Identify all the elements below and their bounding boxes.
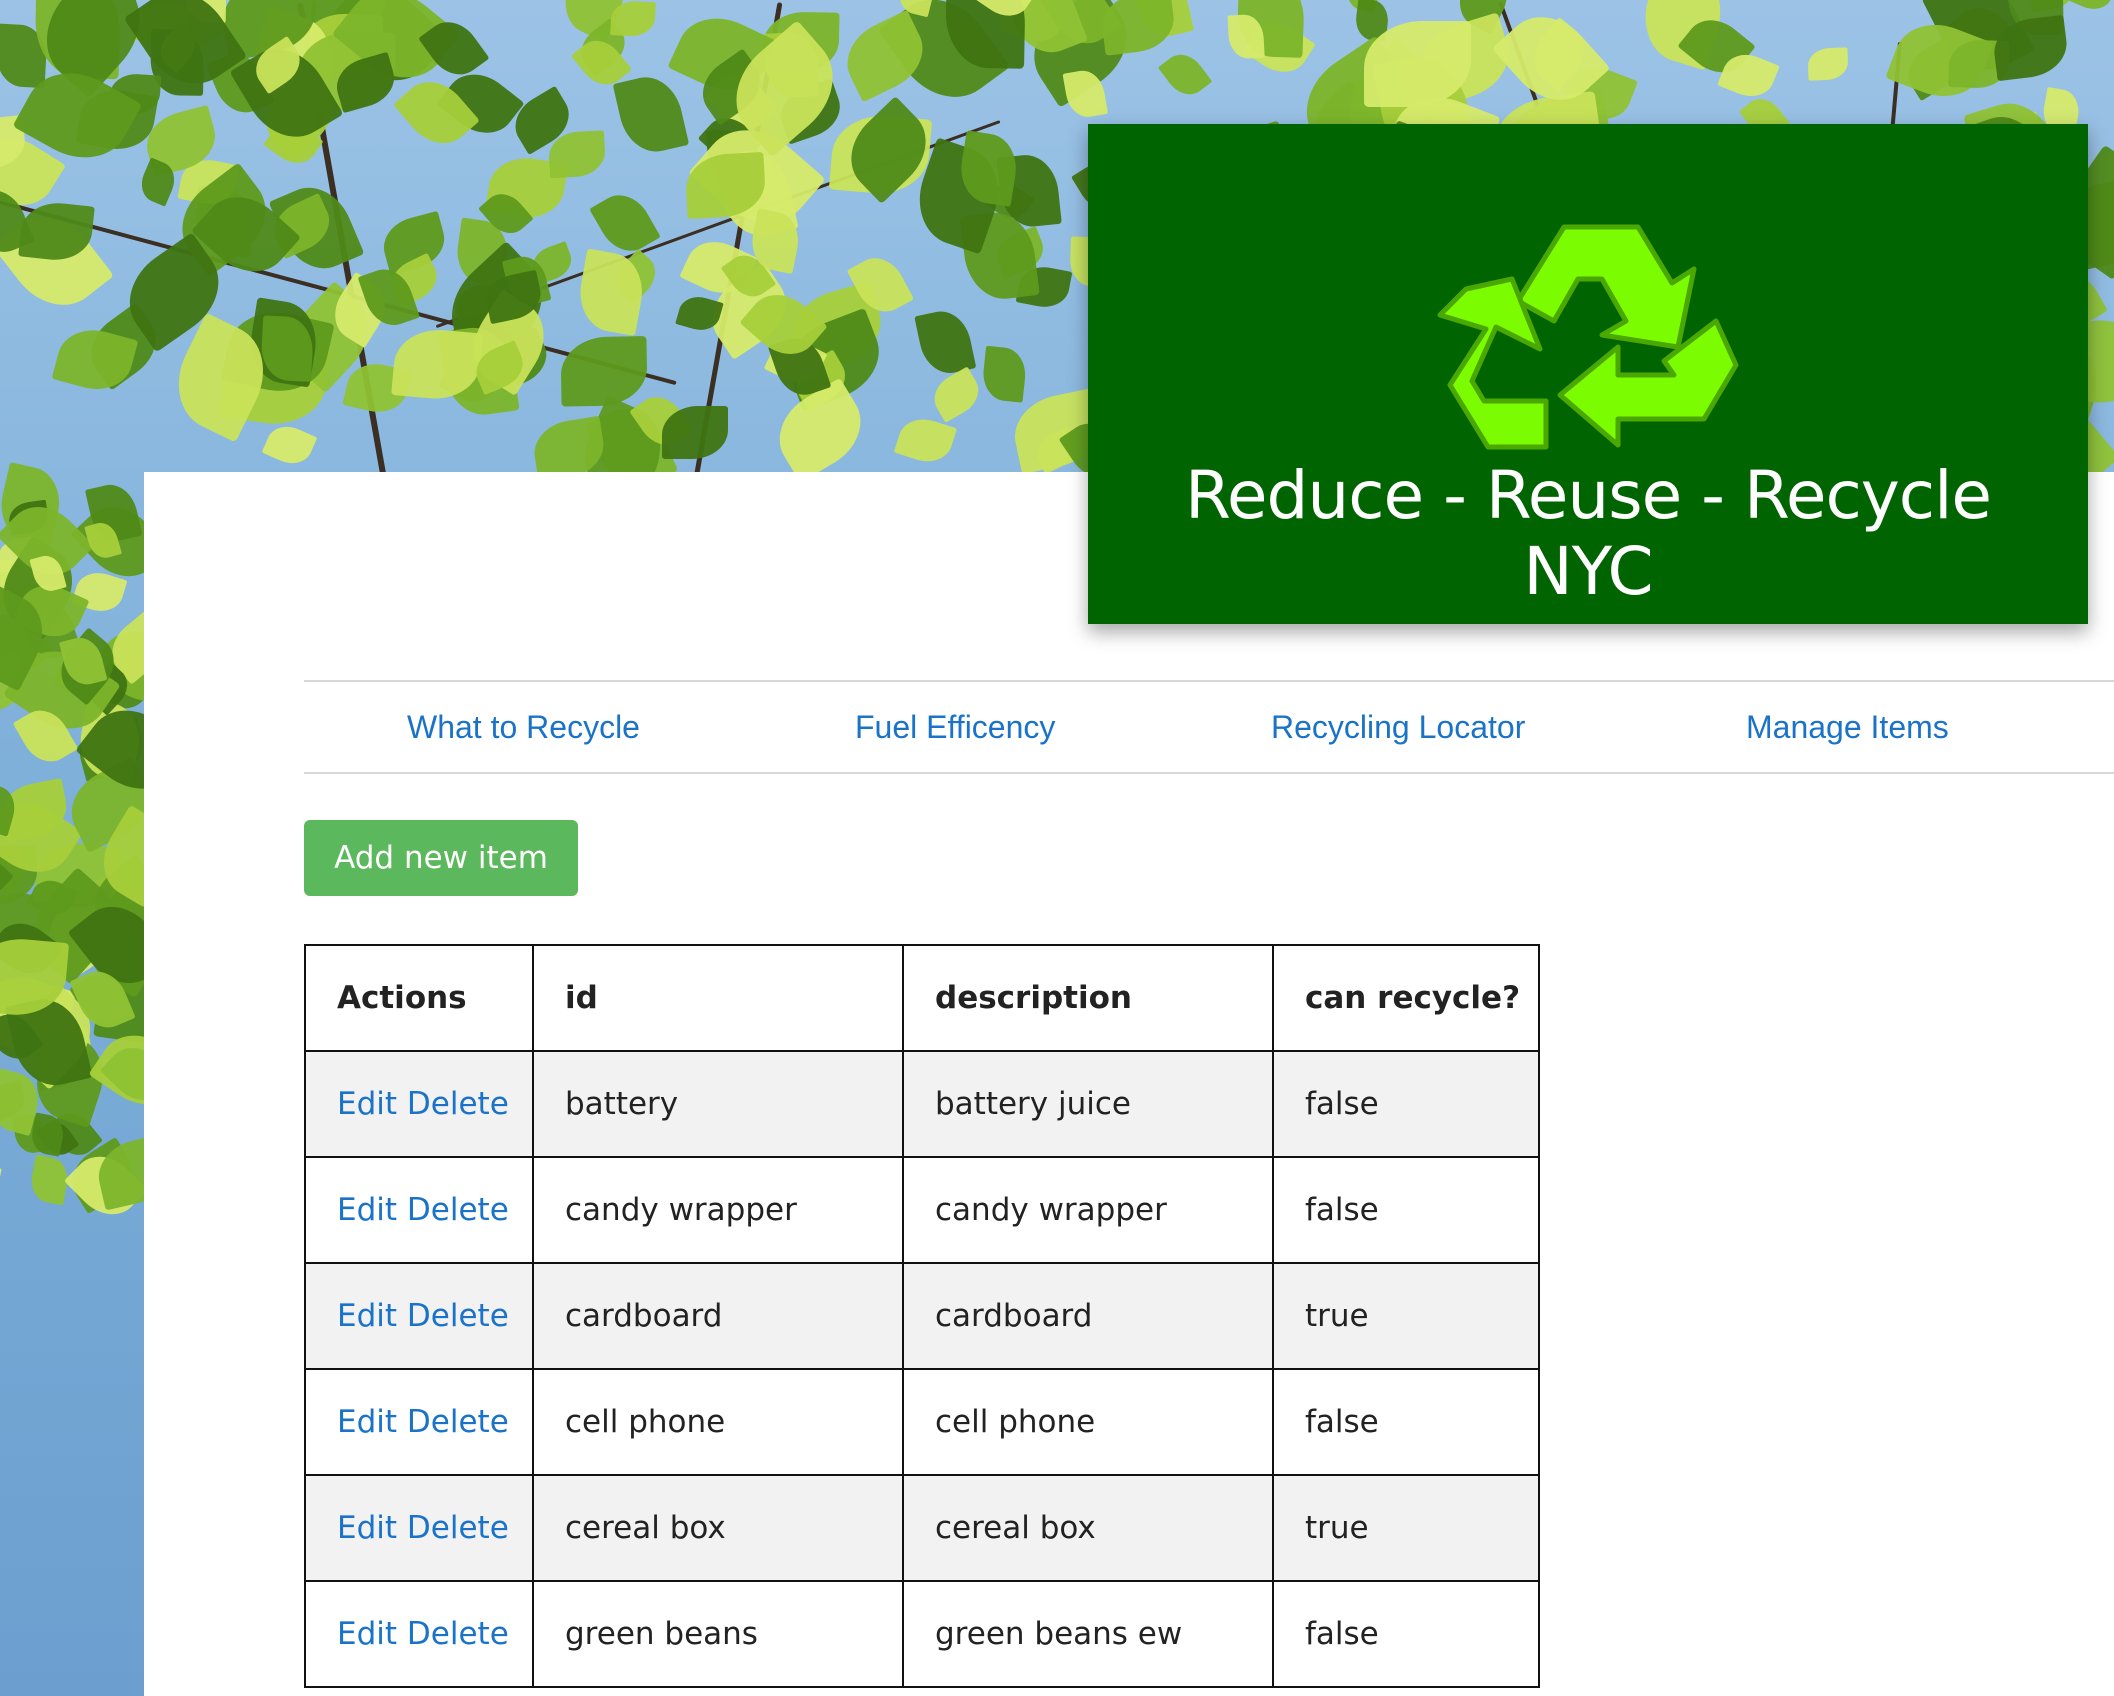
leaf-decoration xyxy=(261,419,318,471)
delete-link[interactable]: Delete xyxy=(407,1086,509,1122)
table-row: Edit Delete cardboard cardboard true xyxy=(304,1262,1540,1370)
row-id-cell: green beans xyxy=(532,1580,904,1688)
row-can-recycle-cell: false xyxy=(1272,1050,1540,1158)
leaf-decoration xyxy=(1157,46,1213,103)
header-description: description xyxy=(902,944,1274,1052)
items-table: Actions id description can recycle? Edit… xyxy=(304,944,1540,1688)
row-actions-cell: Edit Delete xyxy=(304,1156,534,1264)
delete-link[interactable]: Delete xyxy=(407,1298,509,1334)
table-row: Edit Delete cereal box cereal box true xyxy=(304,1474,1540,1582)
table-row: Edit Delete battery battery juice false xyxy=(304,1050,1540,1158)
leaf-decoration xyxy=(926,366,987,423)
leaf-decoration xyxy=(764,377,876,484)
page: Reduce - Reuse - Recycle NYC What to Rec… xyxy=(0,0,2114,1696)
site-header-logo: Reduce - Reuse - Recycle NYC xyxy=(1088,124,2088,624)
row-id-cell: cell phone xyxy=(532,1368,904,1476)
row-can-recycle-cell: false xyxy=(1272,1580,1540,1688)
row-id-cell: candy wrapper xyxy=(532,1156,904,1264)
nav-recycling-locator[interactable]: Recycling Locator xyxy=(1271,682,1525,772)
edit-link[interactable]: Edit xyxy=(337,1510,397,1546)
table-row: Edit Delete cell phone cell phone false xyxy=(304,1368,1540,1476)
delete-link[interactable]: Delete xyxy=(407,1404,509,1440)
row-actions-cell: Edit Delete xyxy=(304,1368,534,1476)
row-description-cell: candy wrapper xyxy=(902,1156,1274,1264)
row-id-cell: cardboard xyxy=(532,1262,904,1370)
delete-link[interactable]: Delete xyxy=(407,1510,509,1546)
leaf-decoration xyxy=(662,406,728,459)
row-can-recycle-cell: true xyxy=(1272,1262,1540,1370)
site-title: Reduce - Reuse - Recycle NYC xyxy=(1088,458,2088,610)
row-actions-cell: Edit Delete xyxy=(304,1262,534,1370)
recycle-icon xyxy=(1437,224,1739,450)
table-header-row: Actions id description can recycle? xyxy=(304,944,1540,1052)
header-can-recycle: can recycle? xyxy=(1272,944,1540,1052)
main-nav: What to Recycle Fuel Efficency Recycling… xyxy=(304,680,2114,774)
header-actions: Actions xyxy=(304,944,534,1052)
row-description-cell: cardboard xyxy=(902,1262,1274,1370)
table-body: Edit Delete battery battery juice false Edit… xyxy=(304,1050,1540,1688)
row-description-cell: battery juice xyxy=(902,1050,1274,1158)
edit-link[interactable]: Edit xyxy=(337,1298,397,1334)
leaf-decoration xyxy=(0,1161,2,1199)
leaf-decoration xyxy=(1807,47,1849,81)
site-title-line1: Reduce - Reuse - Recycle xyxy=(1184,457,1992,534)
edit-link[interactable]: Edit xyxy=(337,1404,397,1440)
site-title-line2: NYC xyxy=(1523,533,1653,610)
nav-what-to-recycle[interactable]: What to Recycle xyxy=(407,682,640,772)
row-id-cell: battery xyxy=(532,1050,904,1158)
leaf-decoration xyxy=(610,0,656,38)
row-description-cell: cell phone xyxy=(902,1368,1274,1476)
row-actions-cell: Edit Delete xyxy=(304,1474,534,1582)
row-actions-cell: Edit Delete xyxy=(304,1580,534,1688)
table-row: Edit Delete green beans green beans ew fals… xyxy=(304,1580,1540,1688)
leaf-decoration xyxy=(560,336,648,407)
row-actions-cell: Edit Delete xyxy=(304,1050,534,1158)
delete-link[interactable]: Delete xyxy=(407,1616,509,1652)
row-id-cell: cereal box xyxy=(532,1474,904,1582)
leaf-decoration xyxy=(2066,0,2114,16)
add-new-item-button[interactable]: Add new item xyxy=(304,820,578,896)
row-can-recycle-cell: false xyxy=(1272,1368,1540,1476)
edit-link[interactable]: Edit xyxy=(337,1192,397,1228)
leaf-decoration xyxy=(612,70,690,159)
edit-link[interactable]: Edit xyxy=(337,1086,397,1122)
header-id: id xyxy=(532,944,904,1052)
edit-link[interactable]: Edit xyxy=(337,1616,397,1652)
leaf-decoration xyxy=(1098,0,1178,56)
nav-manage-items[interactable]: Manage Items xyxy=(1746,682,1949,772)
leaf-decoration xyxy=(980,345,1029,403)
nav-fuel-efficiency[interactable]: Fuel Efficency xyxy=(855,682,1055,772)
row-description-cell: green beans ew xyxy=(902,1580,1274,1688)
row-can-recycle-cell: false xyxy=(1272,1156,1540,1264)
row-can-recycle-cell: true xyxy=(1272,1474,1540,1582)
table-row: Edit Delete candy wrapper candy wrapper fal… xyxy=(304,1156,1540,1264)
delete-link[interactable]: Delete xyxy=(407,1192,509,1228)
row-description-cell: cereal box xyxy=(902,1474,1274,1582)
